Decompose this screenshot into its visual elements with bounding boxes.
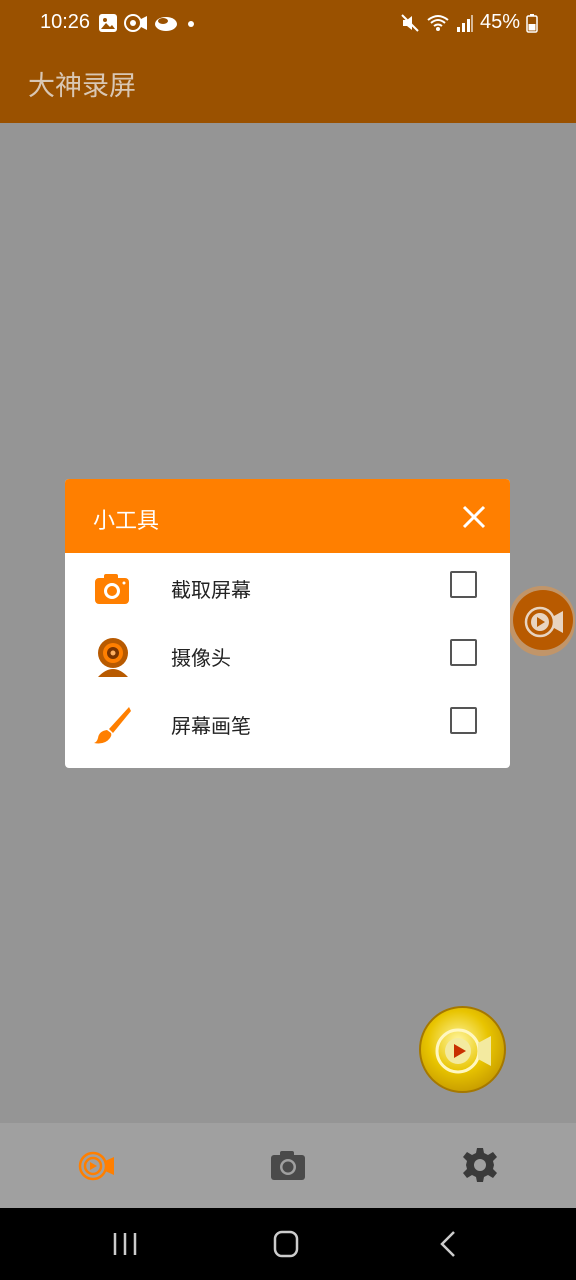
record-camera-icon [524,606,563,638]
tool-item-webcam[interactable]: 摄像头 [65,621,510,689]
close-icon[interactable] [460,503,488,531]
record-icon [124,14,147,32]
screenshot-checkbox[interactable] [450,571,477,598]
tool-item-screenshot[interactable]: 截取屏幕 [65,553,510,621]
camera-icon [95,574,129,604]
tool-item-label: 截取屏幕 [171,578,251,602]
status-time: 10:26 [40,11,91,33]
floating-record-button-inner [513,590,573,650]
tool-item-label: 摄像头 [171,646,231,670]
start-record-button[interactable] [419,1006,506,1093]
dialog-header: 小工具 [65,479,510,553]
record-nav-icon[interactable] [76,1145,116,1185]
dot-icon [188,21,194,27]
bottom-nav [0,1123,576,1208]
cloud-icon [155,17,177,31]
dialog-title: 小工具 [93,509,160,534]
app-bar: 大神录屏 [0,48,576,123]
floating-record-button[interactable] [509,586,575,656]
system-navigation-bar [0,1208,576,1280]
app-title: 大神录屏 [28,71,136,102]
tool-item-label: 屏幕画笔 [171,714,251,738]
screenshot-nav-icon[interactable] [268,1145,308,1185]
tools-dialog: 小工具 截取屏幕 摄像头 屏幕画笔 [65,479,510,768]
battery-percent: 45% [479,11,520,33]
image-icon [99,14,117,32]
tool-item-brush[interactable]: 屏幕画笔 [65,689,510,757]
settings-nav-icon[interactable] [460,1145,500,1185]
webcam-icon [98,638,128,677]
status-notification-icons [98,13,198,33]
brush-checkbox[interactable] [450,707,477,734]
signal-icon [456,14,473,32]
back-icon[interactable] [428,1228,468,1260]
mute-icon [401,13,419,32]
wifi-icon [427,14,449,31]
status-bar: 10:26 45% [0,0,576,48]
webcam-checkbox[interactable] [450,639,477,666]
recent-apps-icon[interactable] [105,1228,145,1260]
battery-icon [526,13,538,33]
brush-icon [94,707,131,744]
status-system-icons: 45% [400,11,538,34]
record-camera-icon [435,1028,491,1074]
home-icon[interactable] [266,1228,306,1260]
